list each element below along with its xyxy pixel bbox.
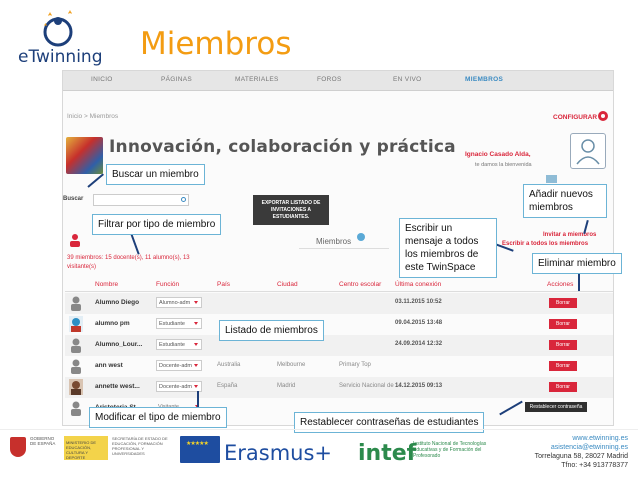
nav-miembros[interactable]: MIEMBROS xyxy=(465,76,503,83)
col-pais[interactable]: País xyxy=(217,281,230,288)
eu-stars-icon: ★★★★★ xyxy=(186,441,209,447)
callout-modify-type: Modificar el tipo de miembro xyxy=(89,407,227,428)
delete-button[interactable]: Borrar xyxy=(549,340,577,350)
member-country: Australia xyxy=(217,362,241,368)
welcome-text: te damos la bienvenida xyxy=(475,162,532,168)
contact-email[interactable]: asistencia@etwinning.es xyxy=(551,444,628,451)
search-input[interactable] xyxy=(93,194,189,206)
callout-delete: Eliminar miembro xyxy=(532,253,622,274)
member-city: Melbourne xyxy=(277,362,306,368)
twinspace-image xyxy=(66,137,103,174)
role-select[interactable]: Docente-adm xyxy=(156,381,202,392)
top-navbar: INICIO PÁGINAS MATERIALES FOROS EN VIVO … xyxy=(63,71,613,91)
etwinning-logo-text: eTwinning xyxy=(18,47,103,67)
role-select[interactable]: Estudiante xyxy=(156,318,202,329)
tab-underline xyxy=(299,248,389,249)
delete-button[interactable]: Borrar xyxy=(549,319,577,329)
callout-write-all: Escribir un mensaje a todos los miembros… xyxy=(399,218,497,278)
col-centro[interactable]: Centro escolar xyxy=(339,281,381,288)
info-icon[interactable] xyxy=(357,233,365,241)
nav-foros[interactable]: FOROS xyxy=(317,76,342,83)
export-invitations-button[interactable]: EXPORTAR LISTADO DE INVITACIONES A ESTUD… xyxy=(253,195,329,225)
contact-website[interactable]: www.etwinning.es xyxy=(572,435,628,442)
role-select[interactable]: Alumno-adm xyxy=(156,297,202,308)
col-ciudad[interactable]: Ciudad xyxy=(277,281,298,288)
contact-address: Torrelaguna 58, 28027 Madrid xyxy=(534,453,628,460)
gear-icon[interactable] xyxy=(598,111,608,121)
agency-label: SECRETARÍA DE ESTADO DE EDUCACIÓN, FORMA… xyxy=(112,436,168,456)
invite-members-link[interactable]: Invitar a miembros xyxy=(543,232,596,238)
role-select[interactable]: Estudiante xyxy=(156,339,202,350)
configure-link[interactable]: CONFIGURAR xyxy=(553,114,597,121)
member-last-login: 24.09.2014 12:32 xyxy=(395,341,443,347)
member-name[interactable]: alumno pm xyxy=(95,320,130,327)
col-ultima-conexion[interactable]: Última conexión xyxy=(395,281,441,288)
member-name[interactable]: Alumno Diego xyxy=(95,299,139,306)
avatar xyxy=(69,379,83,395)
avatar xyxy=(69,400,83,416)
table-row: annette west... Docente-adm España Madri… xyxy=(65,377,613,398)
col-nombre[interactable]: Nombre xyxy=(95,281,118,288)
write-all-members-link[interactable]: Escribir a todos los miembros xyxy=(502,241,588,247)
callout-search: Buscar un miembro xyxy=(106,164,205,185)
members-icon xyxy=(69,233,81,247)
avatar xyxy=(69,295,83,311)
nav-en-vivo[interactable]: EN VIVO xyxy=(393,76,421,83)
contact-phone: Tfno: +34 913778377 xyxy=(561,462,628,469)
table-row: ann west Docente-adm Australia Melbourne… xyxy=(65,356,613,377)
member-name[interactable]: Alumno_Lour... xyxy=(95,341,142,348)
ministry-label: MINISTERIO DE EDUCACIÓN, CULTURA Y DEPOR… xyxy=(66,440,97,460)
callout-add-members: Añadir nuevos miembros xyxy=(523,184,607,218)
member-last-login: 03.11.2015 10:52 xyxy=(395,299,442,305)
search-label: Buscar xyxy=(63,196,84,202)
reset-password-button[interactable]: Restablecer contraseña xyxy=(525,402,587,412)
table-row: Alumno_Lour... Estudiante 24.09.2014 12:… xyxy=(65,335,613,356)
nav-inicio[interactable]: INICIO xyxy=(91,76,113,83)
member-last-login: 14.12.2015 09:13 xyxy=(395,383,443,389)
spain-shield-icon xyxy=(10,437,26,457)
delete-button[interactable]: Borrar xyxy=(549,361,577,371)
nav-paginas[interactable]: PÁGINAS xyxy=(161,76,192,83)
twinspace-title: Innovación, colaboración y práctica xyxy=(109,137,456,157)
avatar xyxy=(69,358,83,374)
col-acciones: Acciones xyxy=(547,281,574,288)
member-name[interactable]: ann west xyxy=(95,362,123,369)
intef-logo: intef xyxy=(358,441,417,466)
erasmus-logo: Erasmus+ xyxy=(224,441,333,465)
intef-label: Instituto Nacional de Tecnologías Educat… xyxy=(413,441,487,459)
role-select[interactable]: Docente-adm xyxy=(156,360,202,371)
table-row: Alumno Diego Alumno-adm 03.11.2015 10:52… xyxy=(65,293,613,314)
member-name[interactable]: annette west... xyxy=(95,383,140,390)
user-avatar[interactable] xyxy=(570,133,606,169)
member-country: España xyxy=(217,383,238,389)
avatar xyxy=(69,337,83,353)
callout-member-list: Listado de miembros xyxy=(219,320,324,341)
col-funcion[interactable]: Función xyxy=(156,281,179,288)
delete-button[interactable]: Borrar xyxy=(549,298,577,308)
slide-title: Miembros xyxy=(140,26,292,62)
breadcrumb[interactable]: Inicio > Miembros xyxy=(67,113,118,120)
avatar xyxy=(69,316,83,332)
member-city: Madrid xyxy=(277,383,296,389)
search-icon[interactable] xyxy=(181,197,186,202)
twinspace-screenshot: INICIO PÁGINAS MATERIALES FOROS EN VIVO … xyxy=(62,70,614,426)
member-school: Primary Top xyxy=(339,362,371,368)
table-divider xyxy=(65,291,613,292)
member-counts-filter[interactable]: 39 miembros: 15 docente(s), 11 alumno(s)… xyxy=(67,254,207,272)
members-heading[interactable]: Miembros xyxy=(316,237,351,246)
government-label: GOBIERNO DE ESPAÑA xyxy=(30,436,56,446)
table-row: alumno pm Estudiante 09.04.2015 13:48 Bo… xyxy=(65,314,613,335)
member-last-login: 09.04.2015 13:48 xyxy=(395,320,443,326)
nav-materiales[interactable]: MATERIALES xyxy=(235,76,279,83)
mail-icon[interactable] xyxy=(546,175,557,183)
callout-arrow xyxy=(578,271,580,291)
user-name[interactable]: Ignacio Casado Alda, xyxy=(465,151,531,158)
callout-filter: Filtrar por tipo de miembro xyxy=(92,214,222,235)
delete-button[interactable]: Borrar xyxy=(549,382,577,392)
footer-divider xyxy=(0,429,638,430)
member-school: Servicio Nacional de ... xyxy=(339,383,401,389)
